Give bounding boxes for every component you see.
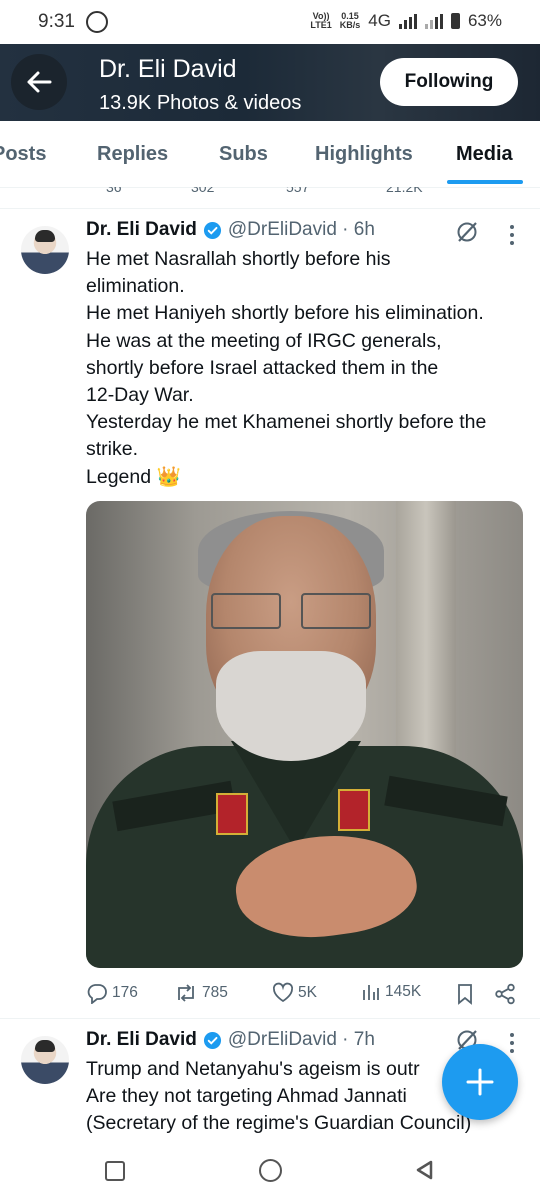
battery-icon — [450, 13, 460, 29]
network-speed: 0.15 KB/s — [339, 11, 361, 30]
author-name[interactable]: Dr. Eli David — [86, 219, 197, 241]
verified-badge-icon — [203, 1031, 221, 1049]
divider — [0, 208, 540, 209]
tweet-photo[interactable] — [86, 501, 523, 968]
system-back-button[interactable] — [415, 1160, 435, 1180]
prev-view-count: 21.2K — [386, 187, 423, 195]
active-tab-indicator — [447, 180, 523, 184]
media-count: 13.9K Photos & videos — [99, 92, 302, 114]
reply-icon — [87, 984, 107, 1004]
compose-button[interactable] — [442, 1044, 518, 1120]
status-time: 9:31 — [38, 11, 75, 32]
battery-level: 63% — [467, 11, 502, 30]
volte-indicator: Vo)) LTE1 — [310, 11, 332, 30]
tab-posts[interactable]: Posts — [0, 143, 46, 166]
grok-icon[interactable] — [455, 220, 479, 244]
system-nav-bar — [0, 1140, 540, 1200]
tweet-header: Dr. Eli David @DrEliDavid · 6h — [86, 219, 375, 241]
following-button[interactable]: Following — [380, 58, 518, 106]
home-button[interactable] — [259, 1159, 282, 1182]
prev-repost-count: 302 — [191, 187, 215, 195]
like-button[interactable]: 5K — [272, 982, 317, 1004]
back-arrow-icon — [27, 71, 52, 93]
repost-count: 785 — [202, 984, 228, 1001]
prev-like-count: 557 — [286, 187, 310, 195]
profile-header: Dr. Eli David 13.9K Photos & videos Foll… — [0, 44, 540, 121]
divider — [0, 1018, 540, 1019]
author-handle[interactable]: @DrEliDavid — [228, 1029, 337, 1051]
repost-icon — [178, 984, 194, 1002]
status-bar: 9:31 Vo)) LTE1 0.15 KB/s 4G 63% — [0, 0, 540, 44]
signal-2-icon — [424, 13, 443, 29]
tab-media[interactable]: Media — [456, 143, 513, 166]
whatsapp-icon — [86, 11, 108, 33]
avatar[interactable] — [21, 1036, 69, 1084]
bookmark-icon[interactable] — [456, 983, 474, 1005]
tweet-actions: 176 785 5K 145K — [86, 982, 520, 1008]
reply-button[interactable]: 176 — [86, 982, 138, 1004]
author-handle[interactable]: @DrEliDavid — [228, 219, 337, 241]
tweet-text: He met Nasrallah shortly before his elim… — [86, 248, 487, 488]
views-count: 145K — [385, 983, 422, 1000]
tweet-time: 7h — [353, 1029, 375, 1050]
tab-highlights[interactable]: Highlights — [315, 143, 413, 166]
tweet-header: Dr. Eli David @DrEliDavid · 7h — [86, 1029, 375, 1051]
tab-subs[interactable]: Subs — [219, 143, 268, 166]
network-type: 4G — [368, 11, 391, 30]
repost-button[interactable]: 785 — [174, 982, 228, 1004]
verified-badge-icon — [203, 221, 221, 239]
like-icon — [272, 982, 294, 1003]
author-name[interactable]: Dr. Eli David — [86, 1029, 197, 1051]
profile-tabs: Posts Replies Subs Highlights Media — [0, 121, 540, 188]
profile-name: Dr. Eli David — [99, 55, 237, 83]
tweet-text: Trump and Netanyahu's ageism is outr Are… — [86, 1058, 472, 1135]
prev-reply-count: 36 — [106, 187, 122, 195]
tweet-time: 6h — [353, 219, 375, 240]
reply-count: 176 — [112, 984, 138, 1001]
views-button[interactable]: 145K — [361, 982, 421, 1002]
tab-replies[interactable]: Replies — [97, 143, 168, 166]
signal-icon — [398, 13, 417, 29]
avatar[interactable] — [21, 226, 69, 274]
views-icon — [363, 985, 379, 1000]
more-icon[interactable] — [510, 1033, 514, 1057]
recents-button[interactable] — [105, 1161, 125, 1181]
compose-plus-icon — [466, 1068, 494, 1096]
share-icon[interactable] — [494, 983, 516, 1005]
back-button[interactable] — [11, 54, 67, 110]
like-count: 5K — [298, 984, 317, 1001]
status-indicators: Vo)) LTE1 0.15 KB/s 4G 63% — [310, 11, 502, 31]
previous-post-stats: 36 302 557 21.2K — [86, 187, 516, 195]
